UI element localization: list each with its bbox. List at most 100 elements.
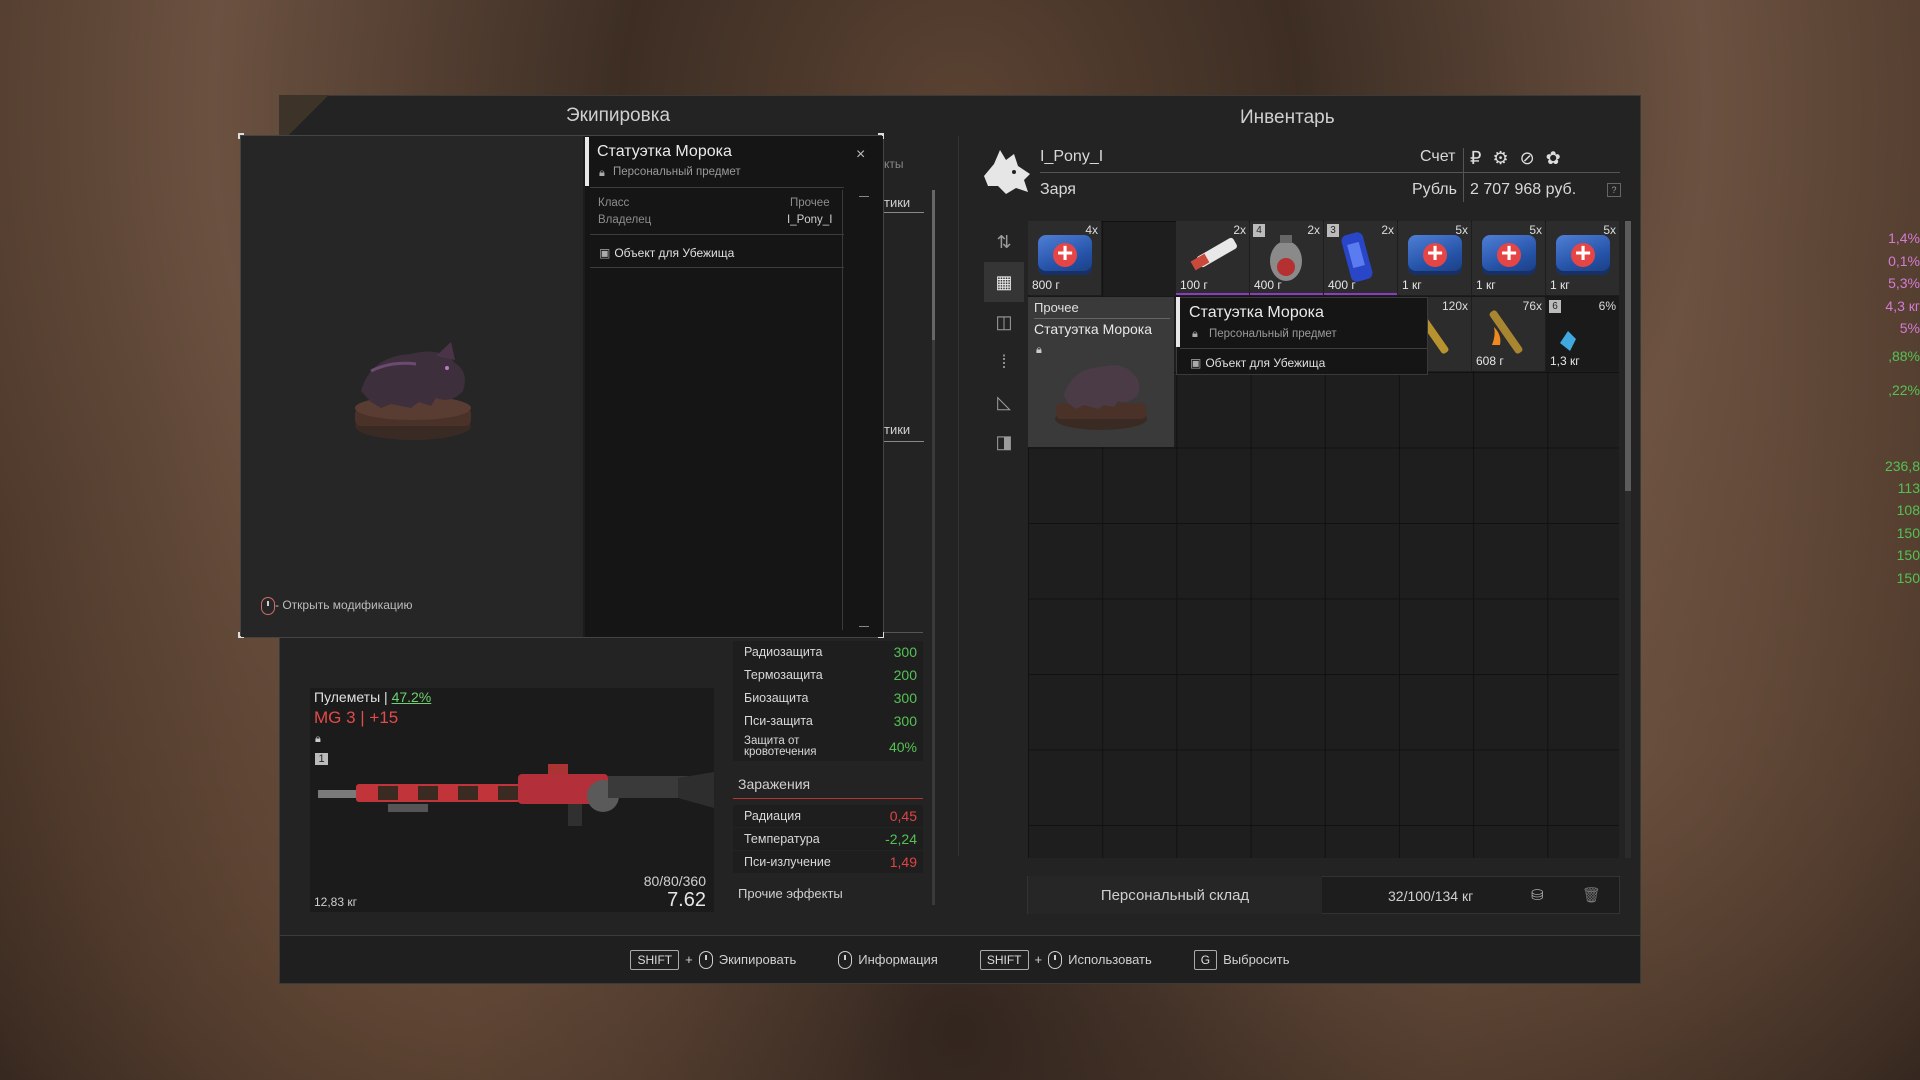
drop-hint[interactable]: G Выбросить <box>1193 949 1290 970</box>
stat-value: -2,24 <box>885 830 917 847</box>
weapon-ammo: 80/80/360 <box>643 873 706 889</box>
inventory-title: Инвентарь <box>1240 107 1335 128</box>
lock-icon: 🔒︎ <box>1192 328 1198 340</box>
info-label: Информация <box>858 952 938 967</box>
divider <box>1463 148 1464 202</box>
partial-header-2: тики <box>884 422 911 437</box>
divider <box>1180 348 1427 349</box>
shelter-icon: ▣ <box>1190 356 1202 370</box>
tooltip-title: Статуэтка Морока <box>1189 304 1324 321</box>
inventory-item-artifact[interactable]: 6 6% 1,3 кг <box>1546 297 1619 371</box>
player-faction: Заря <box>1040 181 1076 198</box>
owner-label: Владелец <box>598 214 652 226</box>
mouse-icon <box>261 597 275 615</box>
lock-icon: 🔒︎ <box>1036 344 1042 356</box>
stat-label: Термозащита <box>744 668 823 683</box>
divider <box>1040 172 1620 173</box>
inventory-item-statue[interactable] <box>1028 297 1174 447</box>
item-preview[interactable] <box>241 136 583 637</box>
stat-row: Защита от кровотечения 40% <box>733 733 923 761</box>
shelter-object-tag: ▣ Объект для Убежища <box>599 246 734 260</box>
weapon-caliber: 7.62 <box>667 889 706 911</box>
stat-label: Пси-защита <box>744 714 813 729</box>
item-count: 2x <box>1307 223 1320 237</box>
tooltip-accent-bar <box>1176 297 1180 347</box>
bottom-hint-bar: SHIFT + Экипировать Информация SHIFT + И… <box>280 935 1640 983</box>
close-button[interactable]: × <box>856 146 865 164</box>
item-slot-number: 3 <box>1327 224 1339 237</box>
partial-tab[interactable]: кты <box>884 157 904 171</box>
inventory-item-medkit[interactable]: 5x 1 кг <box>1472 221 1545 295</box>
weapon-category-label: Пулеметы | <box>314 689 388 705</box>
stat-label: Биозащита <box>744 691 809 706</box>
split-icon[interactable]: ◨ <box>984 422 1024 462</box>
stat-label: Радиация <box>744 808 802 823</box>
divider <box>590 234 844 235</box>
divider <box>590 187 844 188</box>
currency-icons[interactable]: ₽ ⚙ ⊘ ✿ <box>1470 148 1564 169</box>
equip-hint[interactable]: SHIFT + Экипировать <box>630 949 796 970</box>
medkit-icon <box>1408 235 1462 275</box>
item-weight: 1,3 кг <box>1550 354 1580 368</box>
stat-value: 300 <box>893 644 917 661</box>
mouse-icon <box>698 950 713 969</box>
plus-sign: + <box>685 952 693 967</box>
medkit-icon <box>1556 235 1610 275</box>
use-hint[interactable]: SHIFT + Использовать <box>979 949 1152 970</box>
item-count: 76x <box>1522 299 1542 313</box>
item-count: 2x <box>1381 223 1394 237</box>
inventory-item-medkit[interactable]: 5x 1 кг <box>1398 221 1471 295</box>
inventory-item-medkit[interactable]: 5x 1 кг <box>1546 221 1619 295</box>
item-rarity-bar <box>1250 293 1323 295</box>
shelter-object-tag: ▣ Объект для Убежища <box>1190 356 1325 370</box>
stat-value: 200 <box>893 667 917 684</box>
help-icon[interactable]: ? <box>1607 183 1621 197</box>
personal-stash-button[interactable]: Персональный склад <box>1028 876 1322 914</box>
item-rarity-bar <box>1176 293 1249 295</box>
weapon-category: Пулеметы | 47.2% <box>314 689 431 705</box>
item-count: 4x <box>1085 223 1098 237</box>
weapon-slot-number: 1 <box>315 753 328 765</box>
ammo-icon[interactable]: ⁞ <box>984 342 1024 382</box>
weight-icon: ⛁ <box>1531 887 1544 904</box>
inventory-scrollbar[interactable] <box>1625 221 1631 858</box>
camera-icon[interactable]: ◫ <box>984 302 1024 342</box>
popup-subtitle: Персональный предмет <box>613 166 741 178</box>
inventory-scrollbar-thumb[interactable] <box>1625 221 1631 491</box>
inventory-item-energy-drink[interactable]: 3 2x 400 г <box>1324 221 1397 295</box>
statue-image <box>355 342 471 440</box>
stat-label: Температура <box>744 831 820 846</box>
ruler-icon[interactable]: ◺ <box>984 382 1024 422</box>
class-value: Прочее <box>790 197 830 209</box>
grid-icon[interactable]: ▦ <box>984 262 1024 302</box>
scroll-down-icon[interactable] <box>859 626 869 627</box>
currency-label: Рубль <box>1412 181 1457 198</box>
inventory-item-incendiary-ammo[interactable]: 76x 608 г <box>1472 297 1545 371</box>
scroll-up-icon[interactable] <box>859 196 869 197</box>
inventory-item-syringe[interactable]: 2x 100 г <box>1176 221 1249 295</box>
player-name: I_Pony_I <box>1040 148 1104 165</box>
account-label: Счет <box>1420 148 1456 165</box>
stat-value: 0,45 <box>889 807 917 824</box>
medkit-icon <box>1038 235 1092 275</box>
stat-value: 40% <box>888 738 917 755</box>
inventory-item-grenade[interactable]: 4 2x 400 г <box>1250 221 1323 295</box>
infections-title: Заражения <box>733 762 923 799</box>
info-hint[interactable]: Информация <box>838 950 938 969</box>
inventory-item-medkit[interactable]: 4x 800 г <box>1028 221 1101 295</box>
weapon-name: MG 3 | +15 <box>314 708 399 727</box>
other-effects-title: Прочие эффекты <box>738 885 843 901</box>
trash-icon[interactable]: 🗑︎ <box>1582 886 1601 904</box>
item-count: 6% <box>1598 299 1616 313</box>
stat-row: Биозащита 300 <box>733 687 923 710</box>
divider <box>1034 318 1170 319</box>
sort-icon[interactable]: ⇅ <box>984 222 1024 262</box>
popup-scrollbar[interactable] <box>842 190 843 630</box>
stats-scrollbar[interactable] <box>932 190 935 905</box>
use-label: Использовать <box>1068 952 1152 967</box>
popup-title: Статуэтка Морока <box>597 143 732 160</box>
stat-row: Пси-излучение 1,49 <box>733 850 923 873</box>
class-label: Класс <box>598 197 630 209</box>
stat-label: Радиозащита <box>744 645 823 660</box>
stats-scrollbar-thumb[interactable] <box>932 190 935 340</box>
